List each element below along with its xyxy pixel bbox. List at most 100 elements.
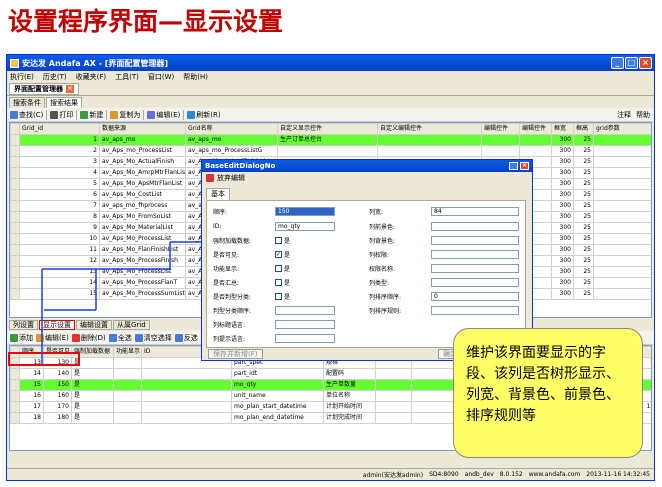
table-cell[interactable]: 300 [551, 145, 574, 157]
table-cell[interactable]: 300 [551, 167, 574, 179]
table-cell[interactable] [113, 390, 142, 402]
table-cell[interactable]: 是 [71, 401, 114, 413]
table-cell[interactable]: 生产订单总控台 [277, 134, 378, 146]
table-cell[interactable]: 300 [551, 134, 574, 146]
column-header[interactable]: 框宽 [551, 123, 574, 135]
column-header[interactable]: 数据来源 [99, 123, 186, 135]
group-order-input[interactable] [275, 306, 335, 315]
tab-sub-grid[interactable]: 从属Grid [113, 320, 150, 330]
detail-toolbar-button[interactable]: 编辑(E) [36, 333, 69, 343]
table-cell[interactable]: 是 [71, 379, 114, 391]
table-cell[interactable]: 20 [593, 134, 651, 146]
tip-lang-input[interactable] [275, 334, 335, 343]
help-button[interactable]: 帮助 [636, 110, 650, 120]
menu-item[interactable]: 历史(T) [43, 72, 67, 82]
table-cell[interactable]: 180 [43, 412, 72, 424]
group-checkbox[interactable] [275, 293, 282, 300]
table-cell[interactable]: 170 [43, 401, 72, 413]
table-cell[interactable]: 8 [19, 211, 100, 223]
table-cell[interactable]: 计划开始时间 [323, 401, 376, 413]
table-cell[interactable]: 20 [593, 266, 651, 278]
table-cell[interactable]: 20 [593, 244, 651, 256]
table-cell[interactable] [411, 379, 456, 391]
maximize-button[interactable]: □ [625, 57, 638, 69]
visible-checkbox[interactable]: ✓ [275, 251, 282, 258]
table-cell[interactable]: av_Aps_Mo_ProcessFinish [99, 255, 186, 267]
toolbar-button[interactable]: 编辑(E) [147, 110, 180, 120]
table-cell[interactable]: av_Aps_Mo_CostList [99, 189, 186, 201]
table-cell[interactable]: 13 [19, 266, 100, 278]
sort-order-input[interactable]: 0 [431, 292, 519, 301]
table-cell[interactable] [411, 390, 456, 402]
table-cell[interactable]: 3 [19, 156, 100, 168]
column-header[interactable]: 自定义显示控件 [277, 123, 378, 135]
table-cell[interactable]: 25 [573, 189, 594, 201]
table-cell[interactable]: 10 [19, 233, 100, 245]
column-header[interactable]: grid参数 [593, 123, 651, 135]
table-cell[interactable]: part_idt [231, 368, 324, 380]
force-load-checkbox[interactable] [275, 237, 282, 244]
table-cell[interactable]: 25 [573, 244, 594, 256]
table-cell[interactable]: 25 [573, 134, 594, 146]
save-and-new-button[interactable]: 保存并新增(F) [208, 349, 263, 359]
table-cell[interactable]: 25 [573, 233, 594, 245]
table-cell[interactable]: 20 [593, 233, 651, 245]
close-tab-icon[interactable]: × [66, 85, 74, 93]
table-cell[interactable]: 6 [19, 189, 100, 201]
table-cell[interactable] [277, 145, 378, 157]
table-cell[interactable]: 是 [71, 412, 114, 424]
table-cell[interactable]: 14 [19, 368, 44, 380]
sort-rule-select[interactable] [431, 306, 519, 315]
tab-search-conditions[interactable]: 搜索条件 [9, 97, 45, 108]
close-button[interactable]: × [639, 57, 652, 69]
table-cell[interactable]: 300 [551, 277, 574, 289]
table-cell[interactable]: 300 [551, 255, 574, 267]
table-cell[interactable]: mo_qty [231, 379, 324, 391]
table-cell[interactable]: 20 [593, 255, 651, 267]
table-cell[interactable]: 17 [19, 401, 44, 413]
table-cell[interactable]: 25 [573, 277, 594, 289]
column-header[interactable]: 编辑控件 [519, 123, 552, 135]
table-cell[interactable] [141, 379, 232, 391]
table-cell[interactable]: 150 [43, 379, 72, 391]
detail-toolbar-button[interactable]: 全选 [108, 333, 132, 343]
table-cell[interactable]: 18 [19, 412, 44, 424]
table-cell[interactable]: 20 [593, 211, 651, 223]
table-cell[interactable] [113, 357, 142, 369]
dialog-close-button[interactable]: × [520, 162, 529, 170]
table-cell[interactable] [141, 401, 232, 413]
table-cell[interactable]: 25 [573, 167, 594, 179]
table-cell[interactable]: unit_name [231, 390, 324, 402]
dialog-tab-basic[interactable]: 基本 [206, 188, 230, 200]
table-cell[interactable]: 25 [573, 200, 594, 212]
permission-input[interactable] [431, 250, 519, 259]
minimize-button[interactable]: _ [611, 57, 624, 69]
table-cell[interactable]: 20 [593, 189, 651, 201]
column-header[interactable]: 编辑控件 [481, 123, 520, 135]
table-cell[interactable] [519, 134, 552, 146]
table-cell[interactable] [481, 134, 520, 146]
tab-edit-settings[interactable]: 编辑设置 [76, 320, 112, 330]
column-header[interactable]: 自定义编辑控件 [377, 123, 482, 135]
order-input[interactable]: 150 [275, 207, 335, 216]
dialog-maximize-button[interactable] [509, 162, 518, 170]
table-cell[interactable] [375, 412, 412, 424]
detail-toolbar-button[interactable]: 反选 [174, 333, 198, 343]
table-cell[interactable] [411, 368, 456, 380]
fg-color-select[interactable] [431, 222, 519, 231]
toolbar-button[interactable]: 打印 [50, 110, 73, 120]
width-input[interactable]: 84 [431, 207, 519, 216]
table-cell[interactable]: av_aps_mo [185, 134, 278, 146]
table-cell[interactable]: 300 [551, 233, 574, 245]
table-cell[interactable]: 300 [551, 189, 574, 201]
table-cell[interactable]: 20 [593, 277, 651, 289]
table-cell[interactable]: 是 [71, 390, 114, 402]
permission-name-input[interactable] [431, 264, 519, 273]
tab-display-settings[interactable]: 显示设置 [39, 320, 75, 330]
menu-item[interactable]: 窗口(W) [148, 72, 174, 82]
table-cell[interactable]: 12 [19, 255, 100, 267]
table-cell[interactable]: 20 [593, 145, 651, 157]
table-cell[interactable] [141, 412, 232, 424]
table-cell[interactable] [113, 379, 142, 391]
table-cell[interactable] [377, 145, 482, 157]
